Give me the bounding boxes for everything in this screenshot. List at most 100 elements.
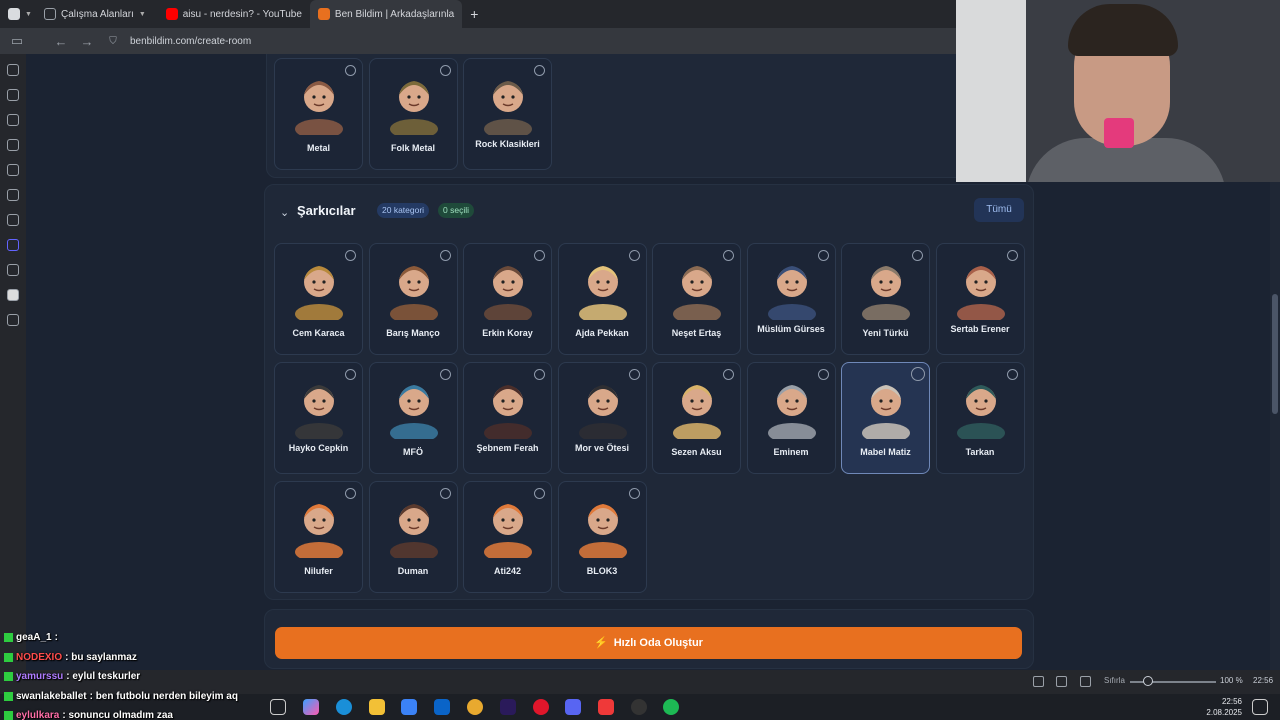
- option-label: Tarkan: [965, 447, 995, 457]
- downloads-icon[interactable]: [7, 89, 19, 101]
- chat-message: yamurssu: eylul teskurler: [4, 667, 304, 687]
- avatar: [291, 71, 347, 139]
- mastodon-icon[interactable]: [7, 239, 19, 251]
- web-panel-icon[interactable]: [7, 264, 19, 276]
- taskbar-clock: 22:56 2.08.2025: [1206, 696, 1242, 718]
- obs-icon[interactable]: [631, 699, 647, 715]
- bookmarks-icon[interactable]: [7, 64, 19, 76]
- chevron-down-icon: ▼: [25, 10, 32, 18]
- zoom-reset-button[interactable]: Sıfırla: [1104, 676, 1125, 685]
- option-card[interactable]: Müslüm Gürses: [746, 243, 836, 355]
- option-card[interactable]: Duman: [368, 481, 458, 593]
- option-label: BLOK3: [586, 566, 618, 576]
- tab-workspaces[interactable]: Çalışma Alanları ▼: [36, 0, 154, 28]
- option-card[interactable]: Neşet Ertaş: [652, 243, 741, 355]
- option-card[interactable]: Mor ve Ötesi: [557, 362, 647, 474]
- select-all-button[interactable]: Tümü: [974, 198, 1024, 222]
- panel-toggle-icon[interactable]: ▭: [8, 33, 26, 49]
- tab-youtube[interactable]: aisu - nerdesin? - YouTube: [158, 0, 310, 28]
- option-label: Duman: [397, 566, 429, 576]
- mail-icon[interactable]: [7, 214, 19, 226]
- back-button[interactable]: ←: [52, 34, 70, 49]
- notifications-icon[interactable]: [1252, 699, 1268, 715]
- avatar: [669, 375, 725, 443]
- chrome-icon[interactable]: [467, 699, 483, 715]
- bolt-icon: ⚡: [594, 637, 608, 649]
- webcam-background: [956, 0, 1026, 182]
- forward-button[interactable]: →: [78, 34, 96, 49]
- option-card[interactable]: Yeni Türkü: [841, 243, 930, 355]
- notes-icon[interactable]: [7, 139, 19, 151]
- webcam-overlay: [956, 0, 1280, 182]
- avatar: [575, 375, 631, 443]
- zoom-value: 100 %: [1220, 676, 1243, 685]
- outlook-icon[interactable]: [434, 699, 450, 715]
- chat-separator: :: [54, 632, 61, 644]
- option-label: Mabel Matiz: [860, 447, 911, 457]
- option-label: Sertab Erener: [950, 324, 1010, 334]
- opera-icon[interactable]: [533, 699, 549, 715]
- chevron-down-icon: ▼: [138, 10, 146, 18]
- option-card[interactable]: Mabel Matiz: [841, 362, 930, 474]
- kick-badge-icon: [4, 672, 13, 682]
- option-card[interactable]: Cem Karaca: [274, 243, 363, 355]
- avatar: [669, 256, 725, 324]
- site-info-icon[interactable]: ⛉: [104, 36, 122, 47]
- capture-icon[interactable]: [1033, 676, 1044, 687]
- chat-message: geaA_1:: [4, 628, 304, 648]
- option-card[interactable]: Folk Metal: [368, 58, 458, 170]
- zoom-slider-handle[interactable]: [1143, 676, 1153, 686]
- chat-text: eylul teskurler: [72, 671, 141, 683]
- option-card[interactable]: Ati242: [463, 481, 552, 593]
- option-card[interactable]: Barış Manço: [368, 243, 458, 355]
- vivaldi-icon[interactable]: [598, 699, 614, 715]
- option-card[interactable]: Hayko Cepkin: [274, 362, 363, 474]
- file-explorer-icon[interactable]: [369, 699, 385, 715]
- option-card[interactable]: Ajda Pekkan: [557, 243, 647, 355]
- edge-icon[interactable]: [336, 699, 352, 715]
- option-card[interactable]: Sertab Erener: [935, 243, 1025, 355]
- page-actions-icon[interactable]: [1080, 676, 1091, 687]
- option-card[interactable]: Rock Klasikleri: [463, 58, 552, 170]
- avatar: [386, 375, 442, 443]
- option-label: Barış Manço: [386, 328, 440, 338]
- avatar: [575, 494, 631, 562]
- history-icon[interactable]: [7, 114, 19, 126]
- option-card[interactable]: Sezen Aksu: [652, 362, 741, 474]
- reading-list-icon[interactable]: [7, 189, 19, 201]
- option-card[interactable]: Şebnem Ferah: [463, 362, 552, 474]
- store-icon[interactable]: [401, 699, 417, 715]
- option-label: Sezen Aksu: [671, 447, 722, 457]
- chevron-down-icon[interactable]: ⌄: [280, 206, 289, 219]
- option-label: Metal: [306, 143, 330, 153]
- url-field[interactable]: benbildim.com/create-room: [130, 36, 251, 47]
- copilot-icon[interactable]: [303, 699, 319, 715]
- section-header[interactable]: ⌄ Şarkıcılar 20 kategori 0 seçili Tümü: [266, 192, 1032, 232]
- avatar: [480, 494, 536, 562]
- tab-label: Ben Bildim | Arkadaşlarınla: [334, 8, 455, 20]
- kick-badge-icon: [4, 711, 13, 720]
- wikipedia-icon[interactable]: [7, 289, 19, 301]
- option-label: Yeni Türkü: [862, 328, 909, 338]
- premiere-icon[interactable]: [500, 699, 516, 715]
- chat-message: NODEXIO: bu saylanmaz: [4, 648, 304, 668]
- option-card[interactable]: Eminem: [746, 362, 836, 474]
- quick-create-room-button[interactable]: ⚡ Hızlı Oda Oluştur: [275, 627, 1022, 659]
- spotify-icon[interactable]: [663, 699, 679, 715]
- tab-benbildim[interactable]: Ben Bildim | Arkadaşlarınla: [309, 0, 463, 28]
- option-card[interactable]: Metal: [274, 58, 363, 170]
- tiling-icon[interactable]: [1056, 676, 1067, 687]
- translate-icon[interactable]: [7, 164, 19, 176]
- option-card[interactable]: MFÖ: [368, 362, 458, 474]
- option-card[interactable]: BLOK3: [557, 481, 647, 593]
- option-card[interactable]: Nilufer: [274, 481, 363, 593]
- browser-menu-button[interactable]: ▼: [0, 0, 36, 28]
- option-label: Cem Karaca: [292, 328, 345, 338]
- discord-icon[interactable]: [565, 699, 581, 715]
- option-card[interactable]: Tarkan: [935, 362, 1025, 474]
- option-card[interactable]: Erkin Koray: [463, 243, 552, 355]
- new-tab-button[interactable]: +: [462, 0, 486, 28]
- scroll-thumb[interactable]: [1272, 294, 1278, 414]
- webcam-person-hair: [1068, 4, 1178, 56]
- add-panel-icon[interactable]: [7, 314, 19, 326]
